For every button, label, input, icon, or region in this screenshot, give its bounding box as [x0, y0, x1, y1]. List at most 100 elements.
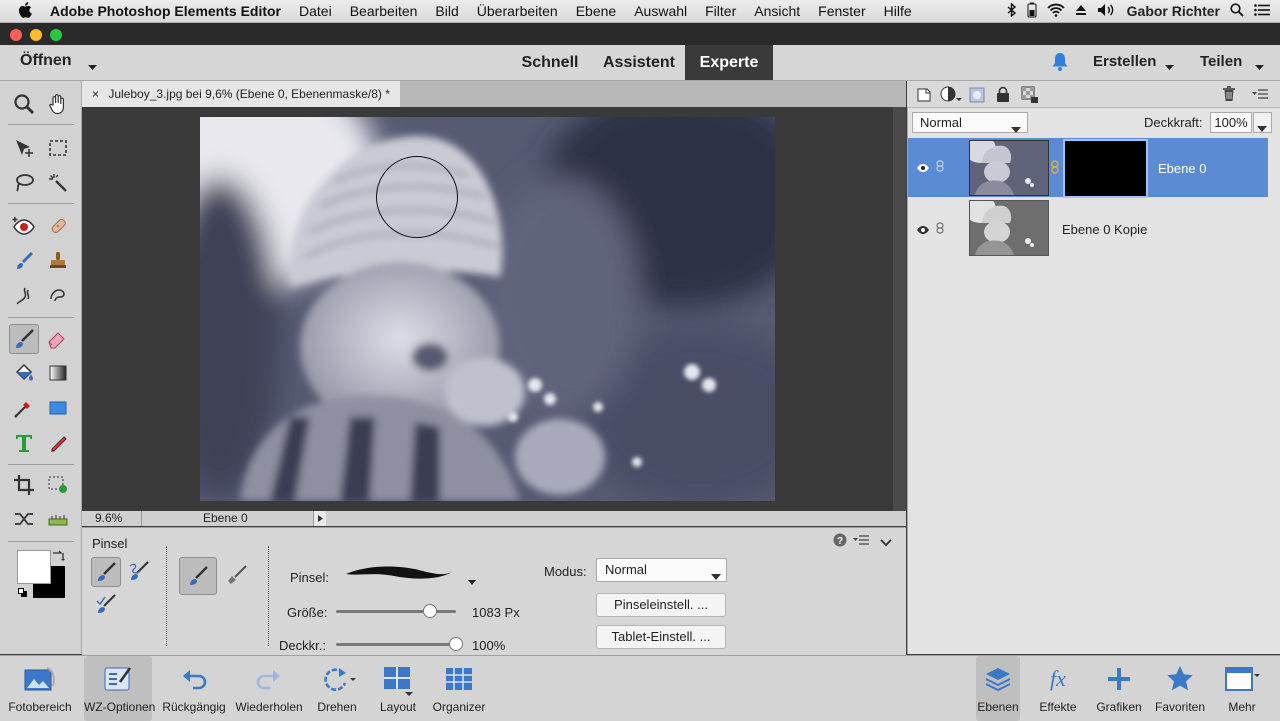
favorites-button[interactable]: Favoriten [1150, 656, 1210, 721]
layer-name[interactable]: Ebene 0 Kopie [1062, 222, 1147, 237]
create-dropdown-icon[interactable] [1165, 59, 1174, 74]
brush-preset-dropdown-icon[interactable] [468, 573, 476, 588]
status-menu-arrow-icon[interactable] [313, 511, 326, 526]
lock-all-icon[interactable] [996, 86, 1010, 106]
photo-canvas[interactable] [200, 117, 775, 501]
crop-tool-icon[interactable] [10, 471, 38, 499]
layers-panel-menu-icon[interactable] [1252, 88, 1268, 103]
undo-button[interactable]: Rückgängig [158, 656, 230, 721]
layer-link-icon[interactable] [936, 222, 944, 237]
opacity-slider-knob[interactable] [449, 637, 463, 651]
quick-selection-tool-icon[interactable] [44, 169, 72, 197]
menu-filter[interactable]: Filter [696, 3, 745, 19]
app-name-menu[interactable]: Adobe Photoshop Elements Editor [41, 3, 290, 19]
brush-settings-button[interactable]: Pinseleinstell. ... [596, 593, 726, 617]
zoom-level[interactable]: 9.6% [95, 511, 122, 526]
clone-stamp-tool-icon[interactable] [44, 247, 72, 275]
gradient-tool-icon[interactable] [44, 359, 72, 387]
layer-mask-thumbnail[interactable] [1063, 139, 1148, 198]
recompose-tool-icon[interactable] [44, 471, 72, 499]
content-aware-move-tool-icon[interactable] [10, 505, 38, 533]
zoom-tool-icon[interactable] [10, 90, 38, 118]
battery-icon[interactable] [1027, 2, 1037, 21]
eraser-tool-icon[interactable] [44, 324, 72, 352]
eyedropper-tool-icon[interactable] [10, 394, 38, 422]
menu-datei[interactable]: Datei [290, 3, 341, 19]
zoom-window-button[interactable] [50, 29, 62, 41]
visibility-eye-icon[interactable] [916, 161, 930, 176]
default-colors-icon[interactable] [18, 586, 28, 601]
more-button[interactable]: Mehr [1214, 656, 1270, 721]
adjustment-layer-icon[interactable] [940, 86, 962, 107]
layout-button[interactable]: Layout [370, 656, 426, 721]
notification-center-icon[interactable] [1254, 3, 1270, 19]
airbrush-mode-icon[interactable] [223, 561, 251, 589]
minimize-window-button[interactable] [30, 29, 42, 41]
layer-opacity-input[interactable]: 100% [1210, 112, 1252, 133]
smart-brush-tool-icon[interactable] [10, 247, 38, 275]
create-button[interactable]: Erstellen [1093, 53, 1156, 70]
layer-name[interactable]: Ebene 0 [1158, 161, 1206, 176]
new-layer-icon[interactable] [916, 87, 932, 106]
vertical-scrollbar[interactable] [893, 107, 906, 511]
share-dropdown-icon[interactable] [1255, 59, 1264, 74]
color-replacement-brush-icon[interactable] [92, 590, 120, 618]
menu-auswahl[interactable]: Auswahl [625, 3, 696, 19]
share-button[interactable]: Teilen [1200, 53, 1242, 70]
size-slider[interactable] [336, 610, 456, 613]
user-name[interactable]: Gabor Richter [1127, 3, 1220, 19]
close-document-icon[interactable]: × [92, 87, 99, 101]
layer-row-ebene-0-kopie[interactable]: Ebene 0 Kopie [908, 198, 1268, 257]
close-window-button[interactable] [10, 29, 22, 41]
visibility-eye-icon[interactable] [916, 223, 930, 238]
lasso-tool-icon[interactable] [10, 169, 38, 197]
move-tool-icon[interactable] [10, 134, 38, 162]
spotlight-search-icon[interactable] [1230, 2, 1244, 20]
blur-tool-icon[interactable] [44, 282, 72, 310]
menu-fenster[interactable]: Fenster [809, 3, 874, 19]
layer-thumbnail[interactable] [969, 140, 1049, 196]
text-tool-icon[interactable] [10, 429, 38, 457]
eject-icon[interactable] [1075, 3, 1087, 19]
wifi-icon[interactable] [1046, 3, 1065, 20]
open-button[interactable]: Öffnen [20, 52, 72, 70]
delete-layer-icon[interactable] [1222, 86, 1236, 105]
brush-mode-icon[interactable] [179, 557, 217, 595]
open-dropdown-icon[interactable] [88, 59, 97, 74]
foreground-color-swatch[interactable] [17, 550, 51, 584]
menu-bild[interactable]: Bild [426, 3, 467, 19]
red-eye-tool-icon[interactable] [10, 212, 38, 240]
tool-options-button[interactable]: WZ-Optionen [84, 656, 155, 721]
tablet-settings-button[interactable]: Tablet-Einstell. ... [596, 625, 726, 649]
blend-mode-select[interactable]: Normal [912, 112, 1028, 133]
rectangular-marquee-tool-icon[interactable] [44, 134, 72, 162]
rectangle-shape-tool-icon[interactable] [44, 394, 72, 422]
straighten-tool-icon[interactable] [44, 505, 72, 533]
brush-preset-preview[interactable] [344, 562, 454, 587]
collapse-options-icon[interactable] [880, 535, 892, 550]
layers-panel-button[interactable]: Ebenen [976, 656, 1020, 721]
spot-healing-brush-icon[interactable] [44, 212, 72, 240]
tab-experte[interactable]: Experte [685, 45, 773, 80]
impressionist-brush-icon[interactable] [126, 557, 154, 585]
menu-ebene[interactable]: Ebene [567, 3, 625, 19]
brush-variant-icon[interactable] [91, 557, 121, 587]
menu-ueberarbeiten[interactable]: Überarbeiten [468, 3, 567, 19]
mask-link-chain-icon[interactable] [1051, 160, 1059, 177]
volume-icon[interactable] [1097, 3, 1117, 20]
pencil-tool-icon[interactable] [44, 429, 72, 457]
apple-menu-icon[interactable] [0, 1, 41, 21]
organizer-button[interactable]: Organizer [428, 656, 490, 721]
bluetooth-icon[interactable] [1007, 1, 1017, 20]
swap-colors-icon[interactable] [51, 549, 65, 566]
menu-bearbeiten[interactable]: Bearbeiten [341, 3, 427, 19]
redo-button[interactable]: Wiederholen [232, 656, 306, 721]
tab-assistent[interactable]: Assistent [594, 45, 684, 80]
tab-schnell[interactable]: Schnell [510, 45, 590, 80]
size-slider-knob[interactable] [422, 604, 437, 618]
opacity-slider[interactable] [336, 643, 456, 646]
notification-bell-icon[interactable] [1051, 52, 1069, 75]
graphics-button[interactable]: Grafiken [1090, 656, 1148, 721]
layer-mask-icon[interactable] [969, 87, 985, 106]
rotate-button[interactable]: Drehen [308, 656, 366, 721]
